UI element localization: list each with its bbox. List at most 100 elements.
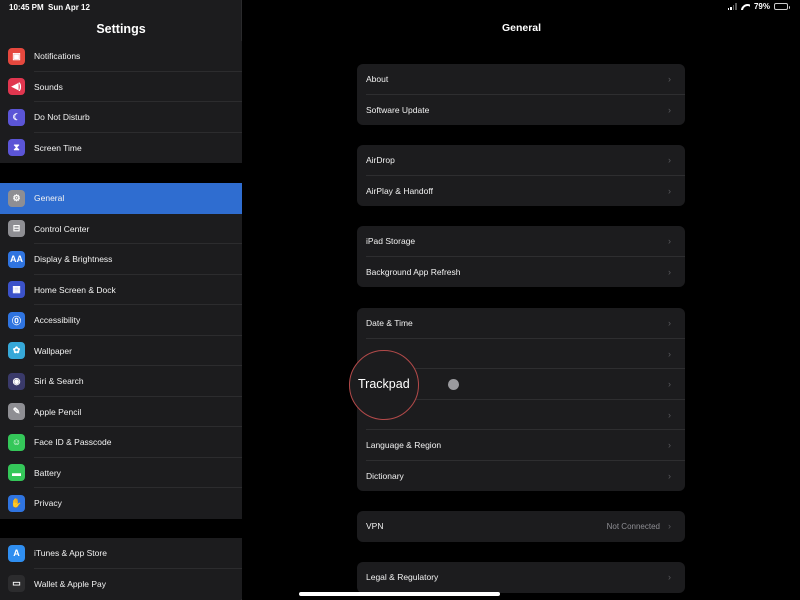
chevron-right-icon: › <box>668 440 671 451</box>
sidebar-item-itunes-app-store[interactable]: AiTunes & App Store <box>0 538 242 569</box>
chevron-right-icon: › <box>668 185 671 196</box>
gear-icon: ⚙ <box>8 189 25 207</box>
chevron-right-icon: › <box>668 470 671 481</box>
sidebar-section-gap <box>0 518 242 538</box>
battery-icon <box>774 3 790 10</box>
chevron-right-icon: › <box>668 348 671 359</box>
battery-percent: 79% <box>753 2 770 11</box>
home-indicator[interactable] <box>299 592 500 596</box>
settings-row-ipad-storage[interactable]: iPad Storage › <box>357 226 685 257</box>
sidebar-group: AiTunes & App Store ▭ Wallet & Apple Pay <box>0 538 242 599</box>
settings-row-background-app-refresh[interactable]: Background App Refresh › <box>357 257 685 288</box>
sidebar-item-privacy[interactable]: ✋ Privacy <box>0 488 242 519</box>
settings-group: About › Software Update › <box>357 64 685 125</box>
sidebar-item-control-center[interactable]: ⊟ Control Center <box>0 213 242 244</box>
chevron-right-icon: › <box>668 266 671 277</box>
sidebar-item-face-id-passcode[interactable]: ☺ Face ID & Passcode <box>0 427 242 458</box>
chevron-right-icon: › <box>668 104 671 115</box>
sidebar-item-wallpaper[interactable]: ✿ Wallpaper <box>0 335 242 366</box>
sidebar-item-label: Display & Brightness <box>34 254 113 265</box>
sidebar-item-battery[interactable]: ▬ Battery <box>0 457 242 488</box>
sidebar-item-display-brightness[interactable]: AA Display & Brightness <box>0 244 242 275</box>
appstore-icon: A <box>8 544 25 562</box>
sidebar-item-label: iTunes & App Store <box>34 548 107 559</box>
sidebar-item-label: Sounds <box>34 81 63 92</box>
settings-row-airplay-handoff[interactable]: AirPlay & Handoff › <box>357 176 685 207</box>
status-indicators: 79% <box>727 2 790 11</box>
accessibility-icon: ⓪ <box>8 311 25 329</box>
cellular-signal-icon <box>727 3 737 10</box>
settings-row-dictionary[interactable]: Dictionary › <box>357 461 685 492</box>
notifications-icon: ▣ <box>8 47 25 65</box>
sidebar-group: ▣ Notifications ◀) Sounds ☾ Do Not Disturb ⧗ Sc… <box>0 41 242 163</box>
sidebar-item-general[interactable]: ⚙ General <box>0 183 242 214</box>
sidebar-item-label: Wallet & Apple Pay <box>34 578 106 589</box>
row-label: Dictionary <box>366 470 404 481</box>
settings-row-vpn[interactable]: VPN Not Connected › <box>357 511 685 542</box>
sidebar-item-do-not-disturb[interactable]: ☾ Do Not Disturb <box>0 102 242 133</box>
chevron-right-icon: › <box>668 155 671 166</box>
settings-group: VPN Not Connected › <box>357 511 685 542</box>
sidebar-item-label: Siri & Search <box>34 376 84 387</box>
sidebar-item-label: Home Screen & Dock <box>34 284 116 295</box>
row-label: AirPlay & Handoff <box>366 185 433 196</box>
flower-icon: ✿ <box>8 342 25 360</box>
row-label: Legal & Regulatory <box>366 572 439 583</box>
chevron-right-icon: › <box>668 572 671 583</box>
settings-row-software-update[interactable]: Software Update › <box>357 95 685 126</box>
sidebar-item-label: Notifications <box>34 51 81 62</box>
sidebar-item-label: Accessibility <box>34 315 81 326</box>
sidebar-item-home-screen-dock[interactable]: ▦ Home Screen & Dock <box>0 274 242 305</box>
wallet-icon: ▭ <box>8 575 25 593</box>
page-title: General <box>501 22 542 34</box>
hand-icon: ✋ <box>8 494 25 512</box>
sidebar-item-sounds[interactable]: ◀) Sounds <box>0 71 242 102</box>
sidebar-item-notifications[interactable]: ▣ Notifications <box>0 41 242 72</box>
sidebar-item-label: Do Not Disturb <box>34 112 90 123</box>
settings-row-date-time[interactable]: Date & Time › <box>357 308 685 339</box>
chevron-right-icon: › <box>668 74 671 85</box>
sidebar-item-screen-time[interactable]: ⧗ Screen Time <box>0 132 242 163</box>
pencil-icon: ✎ <box>8 403 25 421</box>
moon-icon: ☾ <box>8 108 25 126</box>
row-label: Software Update <box>366 104 430 115</box>
toggles-icon: ⊟ <box>8 220 25 238</box>
sidebar-section-gap <box>0 162 242 183</box>
status-date: Sun Apr 12 <box>48 3 90 12</box>
settings-row-legal-regulatory[interactable]: Legal & Regulatory › <box>357 562 685 593</box>
sidebar-item-label: Apple Pencil <box>34 406 82 417</box>
battery-icon: ▬ <box>8 464 25 482</box>
sidebar-item-label: Privacy <box>34 498 62 509</box>
settings-group: Legal & Regulatory › <box>357 562 685 593</box>
sidebar-item-label: General <box>34 193 65 204</box>
display-icon: AA <box>8 250 25 268</box>
row-label: About <box>366 74 389 85</box>
row-label: Background App Refresh <box>366 266 461 277</box>
settings-row-language-region[interactable]: Language & Region › <box>357 430 685 461</box>
sidebar-item-label: Wallpaper <box>34 345 72 356</box>
chevron-right-icon: › <box>668 236 671 247</box>
status-bar: 10:45 PM Sun Apr 12 79% <box>0 0 800 14</box>
row-label: iPad Storage <box>366 236 416 247</box>
sidebar-item-accessibility[interactable]: ⓪ Accessibility <box>0 305 242 336</box>
sidebar-item-apple-pencil[interactable]: ✎ Apple Pencil <box>0 396 242 427</box>
sidebar-item-siri-search[interactable]: ◉ Siri & Search <box>0 366 242 397</box>
settings-group: iPad Storage › Background App Refresh › <box>357 226 685 287</box>
chevron-right-icon: › <box>668 521 671 532</box>
faceid-icon: ☺ <box>8 433 25 451</box>
siri-icon: ◉ <box>8 372 25 390</box>
chevron-right-icon: › <box>668 409 671 420</box>
sidebar: Settings ▣ Notifications ◀) Sounds ☾ Do Not D… <box>0 0 242 600</box>
pointer-cursor <box>448 379 459 390</box>
sidebar-item-wallet-apple-pay[interactable]: ▭ Wallet & Apple Pay <box>0 568 242 599</box>
status-time: 10:45 PM <box>9 3 44 12</box>
row-value: Not Connected <box>606 521 660 531</box>
row-label: VPN <box>366 521 384 532</box>
settings-row-airdrop[interactable]: AirDrop › <box>357 145 685 176</box>
row-label: Language & Region <box>366 440 442 451</box>
sidebar-title: Settings <box>96 22 146 36</box>
sidebar-group: ⚙ General ⊟ Control Center AA Display & Brigh… <box>0 183 242 519</box>
row-label: AirDrop <box>366 155 395 166</box>
settings-row-about[interactable]: About › <box>357 64 685 95</box>
sidebar-item-label: Battery <box>34 467 61 478</box>
